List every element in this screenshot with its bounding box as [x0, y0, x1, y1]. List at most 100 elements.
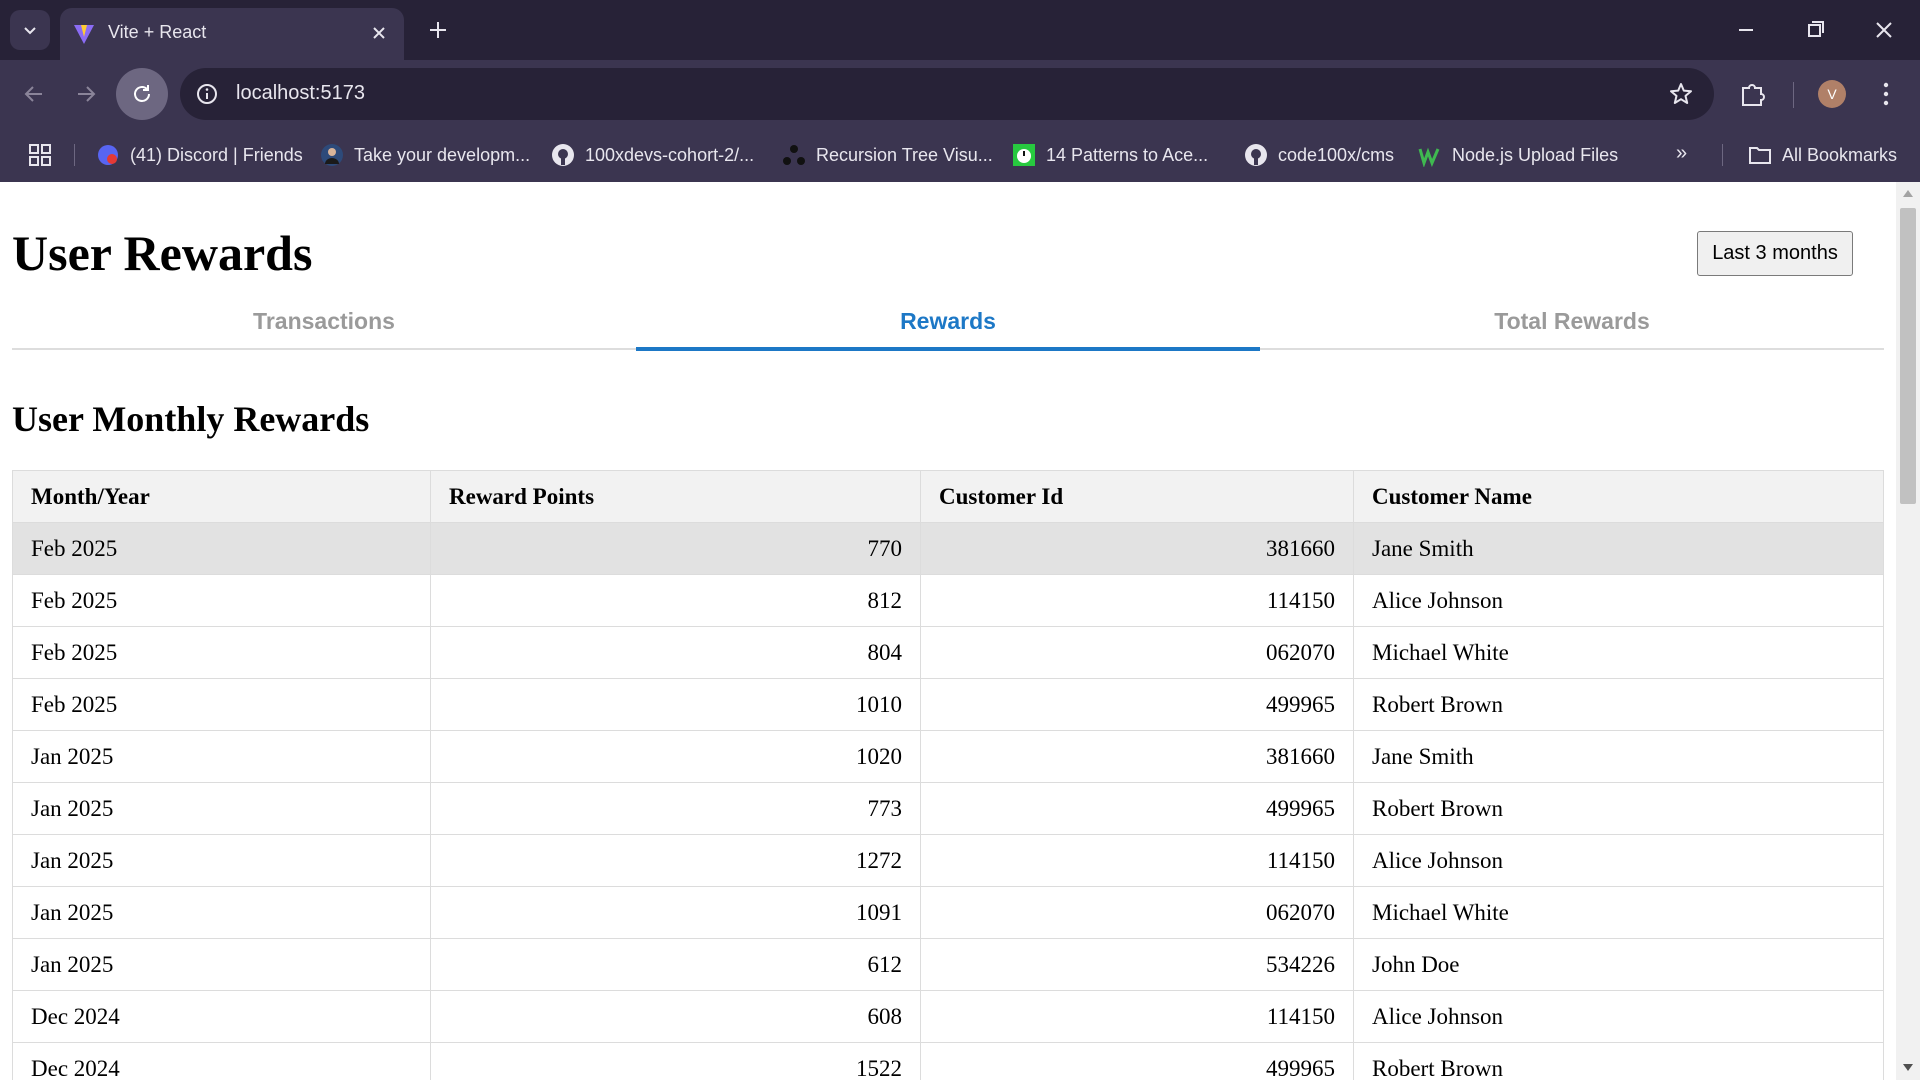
page-title: User Rewards [12, 225, 313, 281]
vite-logo-icon [74, 25, 94, 44]
bookmark-recursion-tree[interactable]: Recursion Tree Visu... [782, 140, 993, 170]
cell-customer-name: Robert Brown [1353, 678, 1884, 731]
cell-customer-id: 499965 [920, 678, 1354, 731]
cell-reward-points: 773 [430, 782, 921, 835]
extensions-icon[interactable] [1738, 80, 1768, 108]
column-header-customer-id[interactable]: Customer Id [920, 470, 1354, 523]
page-scrollbar[interactable] [1896, 182, 1920, 1080]
table-row[interactable]: Dec 2024 1522 499965 Robert Brown [12, 1042, 1884, 1080]
forward-arrow-icon[interactable] [66, 74, 106, 114]
tab-bar: Transactions Rewards Total Rewards [12, 300, 1884, 351]
cell-reward-points: 1272 [430, 834, 921, 887]
cell-month-year: Jan 2025 [12, 886, 431, 939]
address-bar[interactable]: localhost:5173 [180, 68, 1714, 120]
url-text[interactable]: localhost:5173 [236, 82, 365, 105]
profile-icon [320, 143, 344, 167]
bookmark-code100x-cms[interactable]: code100x/cms [1244, 140, 1394, 170]
new-tab-icon[interactable] [420, 16, 456, 44]
tab-search-button[interactable] [10, 10, 50, 50]
cell-month-year: Feb 2025 [12, 678, 431, 731]
tab-title: Vite + React [108, 22, 207, 42]
github-icon [551, 143, 575, 167]
cell-reward-points: 804 [430, 626, 921, 679]
tab-transactions[interactable]: Transactions [12, 300, 636, 348]
more-bookmarks-chevron[interactable]: » [1676, 142, 1687, 165]
cell-month-year: Jan 2025 [12, 782, 431, 835]
github-icon [1244, 143, 1268, 167]
cell-month-year: Feb 2025 [12, 522, 431, 575]
bookmark-100xdevs-cohort[interactable]: 100xdevs-cohort-2/... [551, 140, 754, 170]
cell-month-year: Dec 2024 [12, 990, 431, 1043]
cell-reward-points: 812 [430, 574, 921, 627]
table-row[interactable]: Jan 2025 1091 062070 Michael White [12, 886, 1884, 939]
cell-customer-id: 062070 [920, 886, 1354, 939]
scroll-down-arrow-icon[interactable] [1903, 1064, 1913, 1071]
cell-reward-points: 1010 [430, 678, 921, 731]
cell-reward-points: 608 [430, 990, 921, 1043]
table-row[interactable]: Jan 2025 773 499965 Robert Brown [12, 782, 1884, 835]
cell-customer-id: 381660 [920, 522, 1354, 575]
cell-reward-points: 1522 [430, 1042, 921, 1080]
column-header-customer-name[interactable]: Customer Name [1353, 470, 1884, 523]
site-info-icon[interactable] [194, 81, 220, 107]
cell-customer-name: Alice Johnson [1353, 990, 1884, 1043]
close-window-icon[interactable] [1868, 14, 1900, 46]
table-row[interactable]: Feb 2025 1010 499965 Robert Brown [12, 678, 1884, 731]
close-tab-icon[interactable] [366, 20, 392, 46]
minimize-icon[interactable] [1730, 14, 1762, 46]
back-arrow-icon[interactable] [14, 74, 54, 114]
browser-tab[interactable]: Vite + React [60, 8, 404, 60]
cell-customer-id: 114150 [920, 834, 1354, 887]
cell-customer-name: Robert Brown [1353, 782, 1884, 835]
bookmark-take-your-development[interactable]: Take your developm... [320, 140, 530, 170]
cell-customer-id: 534226 [920, 938, 1354, 991]
cell-reward-points: 1091 [430, 886, 921, 939]
browser-titlebar: Vite + React [0, 0, 1920, 60]
cell-reward-points: 1020 [430, 730, 921, 783]
discord-icon [96, 143, 120, 167]
reload-icon [134, 85, 150, 102]
cell-customer-id: 114150 [920, 574, 1354, 627]
apps-grid-icon[interactable] [28, 143, 52, 167]
cell-customer-name: Jane Smith [1353, 730, 1884, 783]
scroll-up-arrow-icon[interactable] [1903, 190, 1913, 197]
restore-icon[interactable] [1800, 14, 1832, 46]
w3-icon [1418, 143, 1442, 168]
cell-month-year: Jan 2025 [12, 730, 431, 783]
bookmark-discord[interactable]: (41) Discord | Friends [96, 140, 303, 170]
date-range-button[interactable]: Last 3 months [1697, 231, 1853, 276]
profile-avatar[interactable]: V [1818, 80, 1846, 108]
column-header-month-year[interactable]: Month/Year [12, 470, 431, 523]
table-row[interactable]: Feb 2025 812 114150 Alice Johnson [12, 574, 1884, 627]
timer-icon [1012, 143, 1036, 167]
all-bookmarks-button[interactable]: All Bookmarks [1748, 140, 1897, 170]
cell-month-year: Jan 2025 [12, 938, 431, 991]
more-options-icon[interactable] [1876, 80, 1896, 108]
chevron-down-icon [24, 27, 36, 35]
folder-icon [1748, 143, 1772, 167]
page-content: User Rewards Last 3 months Transactions … [0, 182, 1896, 1080]
table-row[interactable]: Jan 2025 612 534226 John Doe [12, 938, 1884, 991]
reload-button[interactable] [116, 68, 168, 120]
column-header-reward-points[interactable]: Reward Points [430, 470, 921, 523]
bookmark-14-patterns[interactable]: 14 Patterns to Ace... [1012, 140, 1208, 170]
scrollbar-thumb[interactable] [1900, 208, 1916, 504]
table-header-row: Month/Year Reward Points Customer Id Cus… [12, 470, 1884, 523]
cell-customer-id: 499965 [920, 782, 1354, 835]
table-row[interactable]: Jan 2025 1272 114150 Alice Johnson [12, 834, 1884, 887]
bookmark-nodejs-upload[interactable]: Node.js Upload Files [1418, 140, 1618, 170]
section-title: User Monthly Rewards [12, 399, 370, 439]
cell-customer-id: 062070 [920, 626, 1354, 679]
bookmark-star-icon[interactable] [1668, 81, 1694, 107]
tab-rewards[interactable]: Rewards [636, 300, 1260, 351]
table-row[interactable]: Jan 2025 1020 381660 Jane Smith [12, 730, 1884, 783]
table-row[interactable]: Feb 2025 770 381660 Jane Smith [12, 522, 1884, 575]
table-row[interactable]: Dec 2024 608 114150 Alice Johnson [12, 990, 1884, 1043]
cell-customer-name: Michael White [1353, 626, 1884, 679]
table-row[interactable]: Feb 2025 804 062070 Michael White [12, 626, 1884, 679]
tab-total-rewards[interactable]: Total Rewards [1260, 300, 1884, 348]
tree-icon [782, 143, 806, 167]
cell-customer-id: 114150 [920, 990, 1354, 1043]
cell-customer-name: Robert Brown [1353, 1042, 1884, 1080]
toolbar-separator [1793, 82, 1794, 108]
